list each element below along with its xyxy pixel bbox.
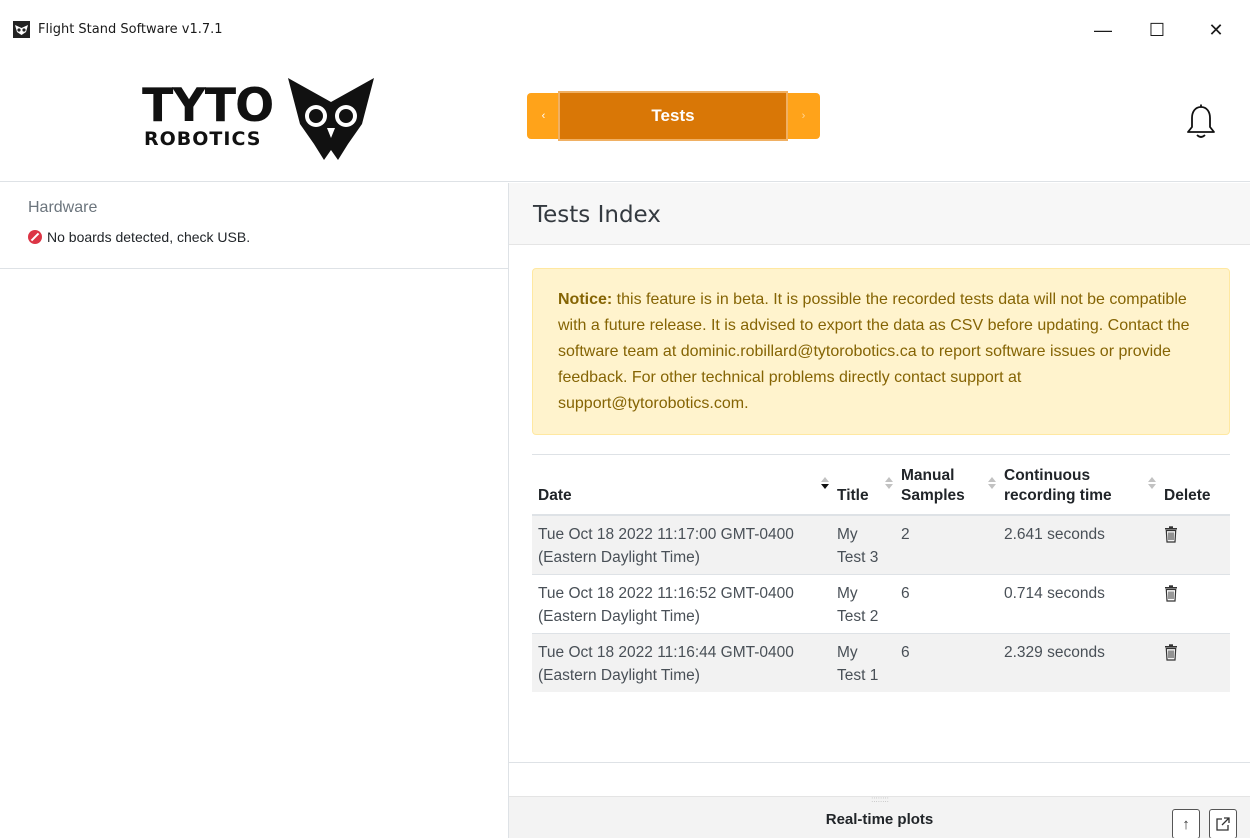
trash-icon[interactable]	[1164, 644, 1178, 661]
table-row[interactable]: Tue Oct 18 2022 11:17:00 GMT-0400 (Easte…	[532, 514, 1230, 575]
cell-delete	[1158, 633, 1230, 692]
realtime-plots-bar[interactable]: :::::::: Real-time plots ↑	[509, 796, 1250, 838]
cell-samples: 2	[895, 514, 998, 575]
page-title: Tests Index	[533, 202, 661, 228]
sort-icon	[885, 477, 893, 497]
logo-text-top: TYTO	[142, 78, 274, 132]
cell-title: My Test 3	[831, 514, 895, 575]
cell-title: My Test 1	[831, 633, 895, 692]
beta-notice: Notice: this feature is in beta. It is p…	[532, 268, 1230, 435]
hardware-panel: Hardware No boards detected, check USB.	[0, 183, 508, 269]
cell-samples: 6	[895, 574, 998, 634]
cell-delete	[1158, 574, 1230, 634]
table-row[interactable]: Tue Oct 18 2022 11:16:52 GMT-0400 (Easte…	[532, 574, 1230, 634]
cell-recording-time: 2.641 seconds	[998, 514, 1158, 575]
maximize-button[interactable]: ☐	[1134, 12, 1180, 48]
close-button[interactable]: ✕	[1193, 12, 1239, 48]
hardware-title: Hardware	[28, 199, 98, 216]
table-row[interactable]: Tue Oct 18 2022 11:16:44 GMT-0400 (Easte…	[532, 633, 1230, 692]
logo-text-bottom: ROBOTICS	[144, 128, 262, 150]
hardware-status: No boards detected, check USB.	[28, 229, 250, 245]
trash-icon[interactable]	[1164, 585, 1178, 602]
bell-icon[interactable]	[1186, 104, 1216, 140]
table-header-row: Date Title Manual Samples Continuous rec…	[532, 454, 1230, 516]
cell-delete	[1158, 514, 1230, 575]
cell-title: My Test 2	[831, 574, 895, 634]
popout-icon	[1216, 817, 1230, 831]
expand-up-button[interactable]: ↑	[1172, 809, 1200, 838]
sort-desc-icon	[821, 477, 829, 497]
sort-icon	[988, 477, 996, 497]
cell-date: Tue Oct 18 2022 11:16:44 GMT-0400 (Easte…	[532, 633, 831, 692]
carousel-prev-button[interactable]: ‹	[527, 93, 560, 139]
cell-samples: 6	[895, 633, 998, 692]
column-header-samples[interactable]: Manual Samples	[895, 454, 998, 516]
trash-icon[interactable]	[1164, 526, 1178, 543]
tests-table: Date Title Manual Samples Continuous rec…	[532, 454, 1230, 692]
owl-logo-icon	[288, 78, 374, 160]
hardware-status-text: No boards detected, check USB.	[47, 229, 251, 245]
tyto-robotics-logo: TYTO ROBOTICS	[138, 72, 378, 162]
column-header-date[interactable]: Date	[532, 454, 831, 516]
app-owl-icon	[13, 21, 30, 38]
resize-grip-handle[interactable]: ::::::::	[859, 796, 901, 804]
popout-button[interactable]	[1209, 809, 1237, 838]
column-header-recording-time[interactable]: Continuous recording time	[998, 454, 1158, 516]
notice-text: this feature is in beta. It is possible …	[558, 291, 1190, 412]
window-title: Flight Stand Software v1.7.1	[38, 22, 223, 37]
tab-tests[interactable]: Tests	[558, 91, 788, 141]
app-header: TYTO ROBOTICS ‹ › Tests	[0, 56, 1250, 182]
column-header-delete: Delete	[1158, 454, 1230, 516]
notice-label: Notice:	[558, 291, 613, 308]
main-panel: Tests Index Notice: this feature is in b…	[509, 183, 1250, 763]
sort-icon	[1148, 477, 1156, 497]
page-carousel: ‹ › Tests	[527, 91, 820, 141]
minimize-button[interactable]: —	[1080, 12, 1126, 48]
title-bar: Flight Stand Software v1.7.1 — ☐ ✕	[0, 0, 1250, 56]
main-header: Tests Index	[509, 183, 1250, 245]
realtime-plots-label: Real-time plots	[825, 811, 934, 828]
column-header-title[interactable]: Title	[831, 454, 895, 516]
cell-recording-time: 2.329 seconds	[998, 633, 1158, 692]
app-window: Flight Stand Software v1.7.1 — ☐ ✕ TYTO …	[0, 0, 1250, 838]
cell-recording-time: 0.714 seconds	[998, 574, 1158, 634]
cell-date: Tue Oct 18 2022 11:16:52 GMT-0400 (Easte…	[532, 574, 831, 634]
carousel-next-button[interactable]: ›	[787, 93, 820, 139]
cell-date: Tue Oct 18 2022 11:17:00 GMT-0400 (Easte…	[532, 514, 831, 575]
sidebar: Hardware No boards detected, check USB.	[0, 183, 509, 838]
error-icon	[28, 230, 42, 244]
